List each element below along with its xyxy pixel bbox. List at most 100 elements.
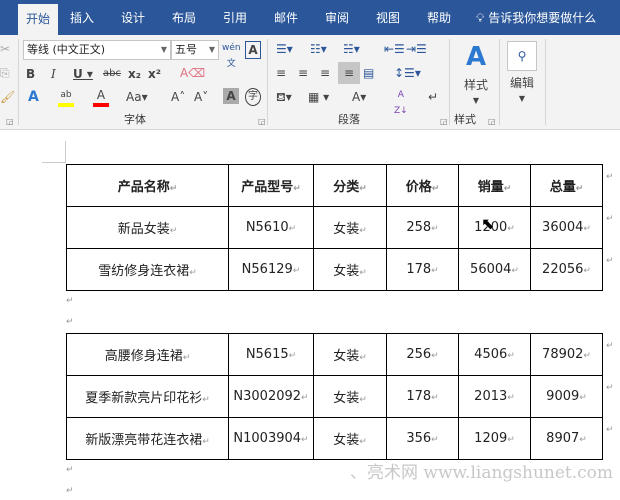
table-cell[interactable]: N3002092↵ (228, 375, 314, 418)
align-left-icon[interactable]: ≡ (276, 65, 286, 81)
find-icon[interactable]: ⚲ (507, 41, 537, 71)
paragraph-mark: ↵ (66, 296, 74, 306)
table-cell[interactable]: 9009↵ (530, 375, 603, 418)
table-cell[interactable]: 178↵ (386, 248, 459, 291)
table-cell[interactable]: 高腰修身连裙↵ (66, 333, 229, 376)
tab-view[interactable]: 视图 (368, 0, 408, 35)
increase-indent-icon[interactable]: ⇥☰ (406, 41, 427, 57)
highlight-color-icon[interactable]: ab (58, 87, 74, 107)
sort-icon[interactable]: A Z↓ (394, 87, 408, 119)
table-cell[interactable]: 78902↵ (530, 333, 603, 376)
subscript-icon[interactable]: x₂ (128, 66, 141, 82)
bold-icon[interactable]: B (26, 66, 35, 82)
table-cell[interactable]: 夏季新款亮片印花衫↵ (66, 375, 229, 418)
enclose-characters-icon[interactable]: 字 (245, 88, 261, 106)
chevron-down-icon: ▼ (472, 96, 480, 105)
chevron-down-icon: ▼ (160, 45, 167, 54)
bullets-icon[interactable]: ☰▾ (276, 41, 293, 57)
table-cell[interactable]: N56129↵ (228, 248, 314, 291)
header-cell: 价格↵ (386, 164, 459, 207)
phonetic-guide-icon[interactable]: wén 文 (222, 40, 241, 72)
character-shading-icon[interactable]: A (223, 88, 239, 104)
table-cell[interactable]: N5615↵ (228, 333, 314, 376)
dialog-launcher-icon[interactable]: ◲ (440, 117, 448, 126)
dialog-launcher-icon[interactable]: ◲ (6, 117, 14, 126)
tab-layout[interactable]: 布局 (164, 0, 204, 35)
chevron-down-icon: ▼ (208, 45, 215, 54)
table-cell[interactable]: 2013↵ (458, 375, 531, 418)
multilevel-list-icon[interactable]: ☵▾ (343, 41, 360, 57)
align-center-icon[interactable]: ≡ (298, 65, 308, 81)
row-end-mark: ↵ (606, 383, 614, 393)
clear-formatting-icon[interactable]: A⌫ (180, 65, 205, 81)
shrink-font-icon[interactable]: A˅ (194, 89, 208, 105)
dialog-launcher-icon[interactable]: ◲ (488, 117, 496, 126)
table-cell[interactable]: 36004↵ (530, 206, 603, 249)
table-cell[interactable]: 女装↵ (313, 206, 387, 249)
row-end-mark: ↵ (606, 256, 614, 266)
table-cell[interactable]: 56004↵ (458, 248, 531, 291)
format-painter-icon[interactable]: 🖌︎ (0, 89, 15, 105)
styles-button[interactable]: 样式 (458, 77, 494, 93)
table-cell[interactable]: 1209↵ (458, 417, 531, 460)
table-cell[interactable]: 8907↵ (530, 417, 603, 460)
borders-icon[interactable]: ▦ ▾ (308, 89, 329, 105)
numbering-icon[interactable]: ☷▾ (310, 41, 327, 57)
table-cell[interactable]: 178↵ (386, 375, 459, 418)
styles-icon[interactable]: A (458, 43, 494, 71)
table-cell[interactable]: 女装↵ (313, 417, 387, 460)
tab-mailings[interactable]: 邮件 (266, 0, 306, 35)
table-cell[interactable]: 258↵ (386, 206, 459, 249)
table-cell[interactable]: 356↵ (386, 417, 459, 460)
line-spacing-icon[interactable]: ↕☰▾ (394, 65, 421, 81)
watermark: 、亮术网 www.liangshunet.com (350, 463, 614, 483)
table-cell[interactable]: 256↵ (386, 333, 459, 376)
table-cell[interactable]: 新版漂亮带花连衣裙↵ (66, 417, 229, 460)
product-table-1: 产品名称↵ 产品型号↵ 分类↵ 价格↵ 销量↵ 总量↵ 新品女装↵ N5610↵… (66, 164, 603, 291)
shading-icon[interactable]: ⛾▾ (276, 89, 292, 105)
italic-icon[interactable]: I (51, 66, 56, 82)
font-size-select[interactable]: 五号 ▼ (171, 40, 219, 60)
dialog-launcher-icon[interactable]: ◲ (258, 117, 266, 126)
tab-design[interactable]: 设计 (113, 0, 153, 35)
decrease-indent-icon[interactable]: ⇤☰ (384, 41, 405, 57)
text-effects-icon[interactable]: A (28, 89, 39, 105)
tab-home[interactable]: 开始 (18, 4, 58, 35)
header-cell: 销量↵ (458, 164, 531, 207)
align-right-icon[interactable]: ≡ (320, 65, 330, 81)
strikethrough-icon[interactable]: abc (103, 66, 121, 82)
superscript-icon[interactable]: x² (148, 66, 161, 82)
cut-icon[interactable]: ✂ (0, 41, 10, 57)
font-color-icon[interactable]: A (93, 87, 109, 107)
table-cell[interactable]: 雪纺修身连衣裙↵ (66, 248, 229, 291)
font-name-select[interactable]: 等线 (中文正文) ▼ (23, 40, 171, 60)
distributed-icon[interactable]: ▤ (363, 65, 374, 81)
table-cell[interactable]: 22056↵ (530, 248, 603, 291)
tab-help[interactable]: 帮助 (419, 0, 459, 35)
justify-icon[interactable]: ≡ (338, 62, 360, 84)
tab-review[interactable]: 审阅 (317, 0, 357, 35)
table-cell[interactable]: 女装↵ (313, 248, 387, 291)
table-cell[interactable]: 1200↵ (458, 206, 531, 249)
copy-icon[interactable]: ⎘ (0, 65, 10, 81)
table-row: 新版漂亮带花连衣裙↵ N1003904↵ 女装↵ 356↵ 1209↵ 8907… (66, 417, 603, 460)
table-cell[interactable]: 女装↵ (313, 333, 387, 376)
table-cell[interactable]: N5610↵ (228, 206, 314, 249)
font-group-label: 字体 (124, 113, 146, 126)
editing-button[interactable]: 编辑 (505, 75, 539, 91)
table-cell[interactable]: 女装↵ (313, 375, 387, 418)
character-border-icon[interactable]: A (245, 41, 261, 59)
table-row: 雪纺修身连衣裙↵ N56129↵ 女装↵ 178↵ 56004↵ 22056↵ (66, 248, 603, 291)
table-cell[interactable]: 4506↵ (458, 333, 531, 376)
tab-references[interactable]: 引用 (215, 0, 255, 35)
change-case-icon[interactable]: Aa▾ (126, 89, 148, 105)
table-cell[interactable]: 新品女装↵ (66, 206, 229, 249)
paragraph-mark: ↵ (66, 465, 74, 475)
table-cell[interactable]: N1003904↵ (228, 417, 314, 460)
tell-me-search[interactable]: 💡︎ 告诉我你想要做什么 (476, 0, 596, 35)
show-marks-icon[interactable]: ↵ (428, 89, 438, 105)
tab-insert[interactable]: 插入 (62, 0, 102, 35)
underline-icon[interactable]: U ▾ (73, 66, 93, 82)
grow-font-icon[interactable]: A˄ (171, 89, 185, 105)
asian-layout-icon[interactable]: A▾ (352, 89, 366, 105)
